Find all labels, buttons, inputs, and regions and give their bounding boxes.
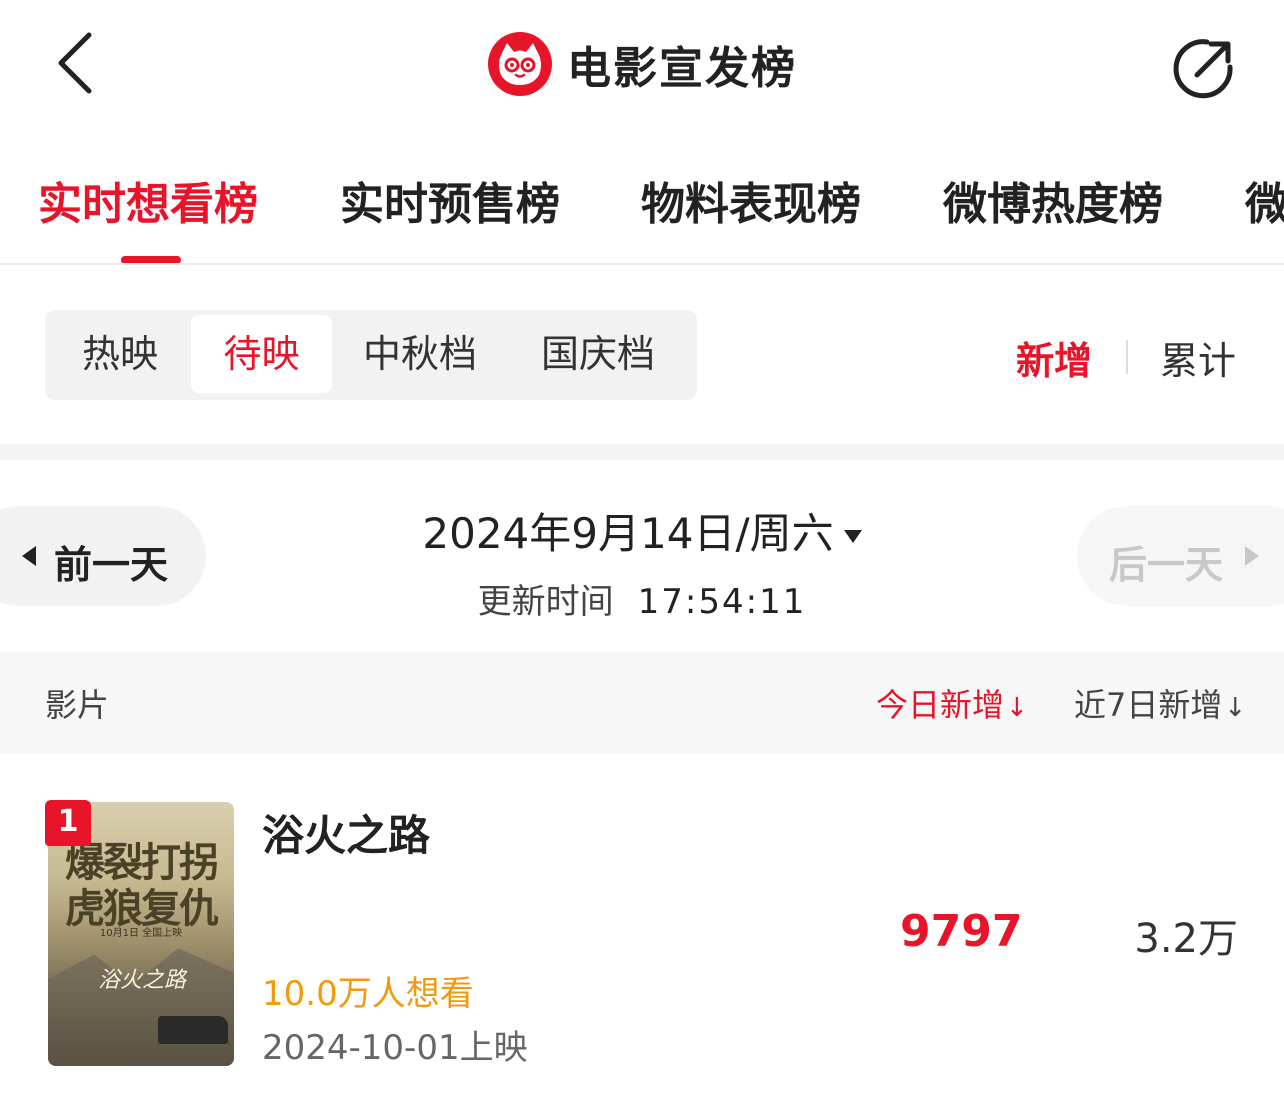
sort-divider: [1126, 340, 1128, 374]
tab-realtime-want[interactable]: 实时想看榜: [38, 168, 258, 232]
film-title[interactable]: 浴火之路: [262, 802, 430, 863]
tab-weibo-heat[interactable]: 微博热度榜: [943, 168, 1163, 232]
tab-realtime-presale[interactable]: 实时预售榜: [340, 168, 560, 232]
week-new-value: 3.2万: [1134, 916, 1238, 962]
update-time-label: 更新时间: [477, 582, 614, 622]
column-week-new[interactable]: 近7日新增↓: [1074, 680, 1246, 726]
next-day-label: 后一天: [1109, 543, 1224, 587]
date-label: 2024年9月14日/周六: [422, 509, 834, 558]
poster-tagline: 10月1日 全国上映: [99, 928, 183, 939]
caret-right-icon: [1245, 546, 1259, 566]
poster-car: [158, 1016, 228, 1044]
sort-down-icon: ↓: [1006, 693, 1028, 723]
column-film: 影片: [45, 686, 110, 724]
column-today-new[interactable]: 今日新增↓: [876, 680, 1028, 726]
segment-upcoming[interactable]: 待映: [191, 315, 332, 393]
poster-mountains: [48, 948, 234, 1066]
share-button[interactable]: [1166, 30, 1242, 106]
tabs-divider: [0, 263, 1284, 265]
period-segment: 热映 待映 中秋档 国庆档: [45, 310, 697, 400]
next-day-button[interactable]: 后一天: [1077, 506, 1284, 606]
tab-weibo-partial[interactable]: 微: [1245, 168, 1284, 232]
column-today-new-label: 今日新增: [876, 686, 1005, 724]
film-want-count: 10.0万人想看: [262, 974, 474, 1014]
ranking-tabs: 实时想看榜 实时预售榜 物料表现榜 微博热度榜 微: [0, 150, 1284, 262]
update-time-value: 17:54:11: [637, 582, 807, 622]
sort-new-button[interactable]: 新增: [1016, 330, 1092, 385]
caret-down-icon: [843, 530, 862, 543]
sort-total-button[interactable]: 累计: [1160, 330, 1236, 385]
tab-material-performance[interactable]: 物料表现榜: [641, 168, 861, 232]
column-week-new-label: 近7日新增: [1074, 686, 1223, 724]
maoyan-cat-logo: [488, 32, 552, 96]
rank-badge: 1: [45, 800, 91, 846]
poster-logo: 浴火之路: [98, 968, 187, 993]
header-title-area: 电影宣发榜: [0, 22, 1284, 106]
section-divider: [0, 444, 1284, 460]
share-icon: [1173, 39, 1233, 99]
segment-national-day[interactable]: 国庆档: [523, 315, 673, 393]
segment-now-showing[interactable]: 热映: [55, 315, 185, 393]
today-new-value: 9797: [900, 906, 1023, 957]
page-title: 电影宣发榜: [567, 43, 797, 94]
film-release-date: 2024-10-01上映: [262, 1028, 528, 1068]
segment-mid-autumn[interactable]: 中秋档: [345, 315, 495, 393]
sort-down-icon: ↓: [1224, 693, 1247, 723]
